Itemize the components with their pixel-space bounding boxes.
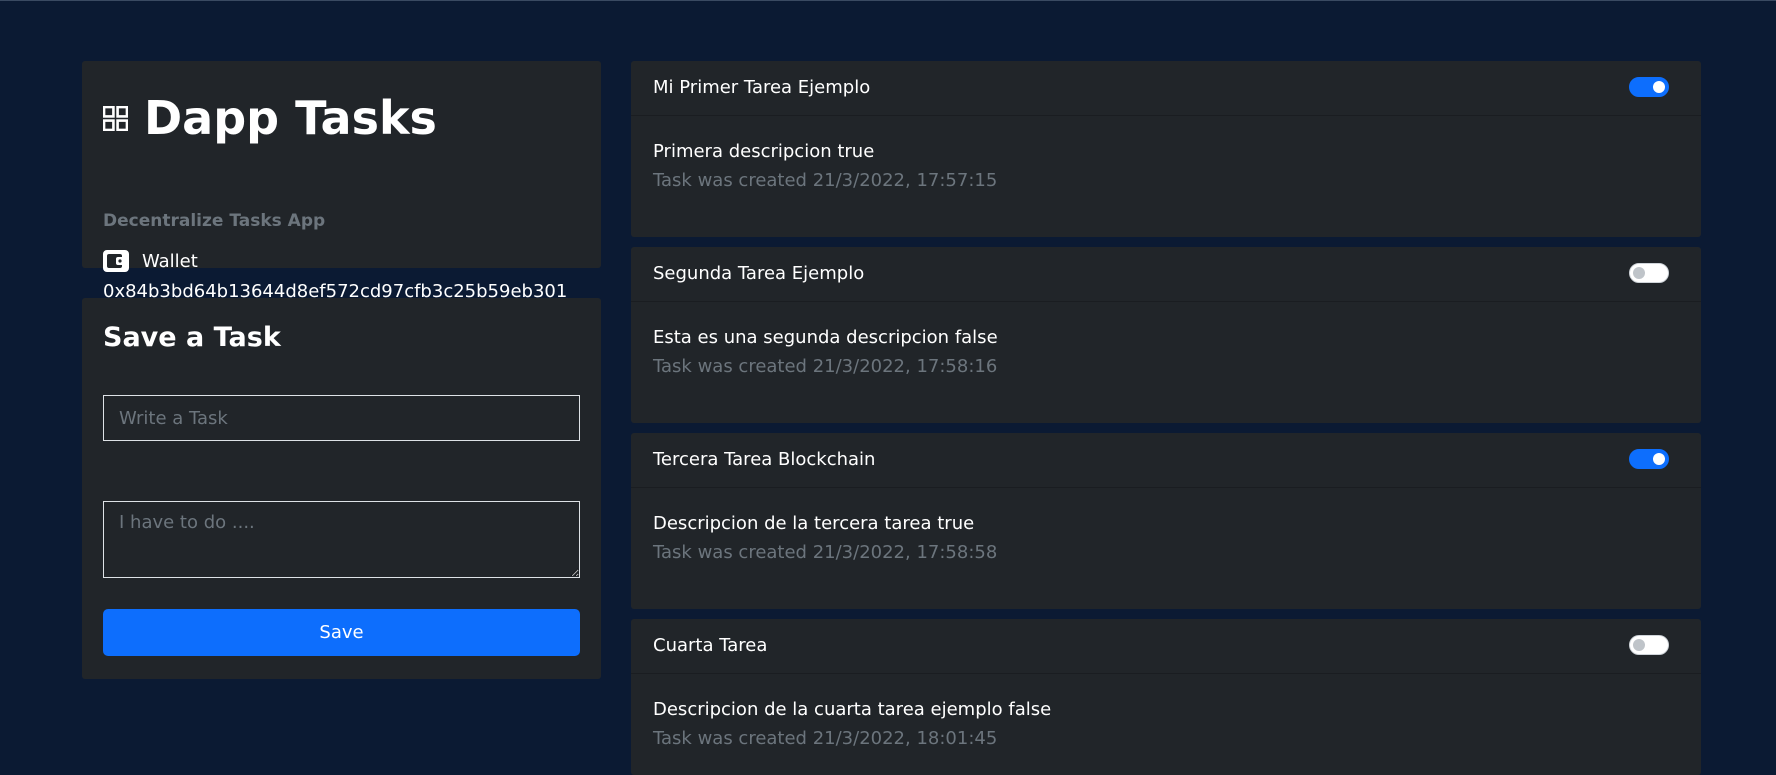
task-done-toggle[interactable] [1629,449,1669,469]
wallet-label: Wallet [142,250,198,272]
wallet-row: Wallet [103,250,198,272]
toggle-knob [1653,453,1665,465]
task-created-date: Task was created 21/3/2022, 18:01:45 [653,728,998,749]
wallet-icon [103,250,129,272]
task-description: Primera descripcion true [653,141,875,162]
task-title: Cuarta Tarea [653,635,768,656]
task-description: Descripcion de la cuarta tarea ejemplo f… [653,699,1052,720]
task-card: Segunda Tarea Ejemplo Esta es una segund… [631,247,1701,423]
toggle-knob [1633,639,1645,651]
task-form-card: Save a Task Save [82,298,601,679]
task-card-header: Segunda Tarea Ejemplo [631,247,1701,302]
toggle-knob [1653,81,1665,93]
toggle-knob [1633,267,1645,279]
task-card: Tercera Tarea Blockchain Descripcion de … [631,433,1701,609]
top-border [0,0,1776,1]
app-title: Dapp Tasks [144,91,437,145]
task-card: Cuarta Tarea Descripcion de la cuarta ta… [631,619,1701,775]
task-title: Tercera Tarea Blockchain [653,449,876,470]
task-description: Esta es una segunda descripcion false [653,327,998,348]
task-created-date: Task was created 21/3/2022, 17:57:15 [653,170,998,191]
task-done-toggle[interactable] [1629,263,1669,283]
app-subtitle: Decentralize Tasks App [103,211,326,231]
app-header-card: Dapp Tasks Decentralize Tasks App Wallet… [82,61,601,302]
task-description-input[interactable] [103,501,580,578]
task-title: Segunda Tarea Ejemplo [653,263,865,284]
task-created-date: Task was created 21/3/2022, 17:58:16 [653,356,998,377]
task-done-toggle[interactable] [1629,77,1669,97]
task-card: Mi Primer Tarea Ejemplo Primera descripc… [631,61,1701,237]
task-card-header: Tercera Tarea Blockchain [631,433,1701,488]
task-card-header: Mi Primer Tarea Ejemplo [631,61,1701,116]
task-title: Mi Primer Tarea Ejemplo [653,77,871,98]
task-created-date: Task was created 21/3/2022, 17:58:58 [653,542,998,563]
grid-icon [103,105,128,131]
title-row: Dapp Tasks [103,85,437,151]
task-title-input[interactable] [103,395,580,441]
task-description: Descripcion de la tercera tarea true [653,513,975,534]
save-button[interactable]: Save [103,609,580,656]
form-title: Save a Task [103,322,281,353]
task-card-header: Cuarta Tarea [631,619,1701,674]
task-done-toggle[interactable] [1629,635,1669,655]
